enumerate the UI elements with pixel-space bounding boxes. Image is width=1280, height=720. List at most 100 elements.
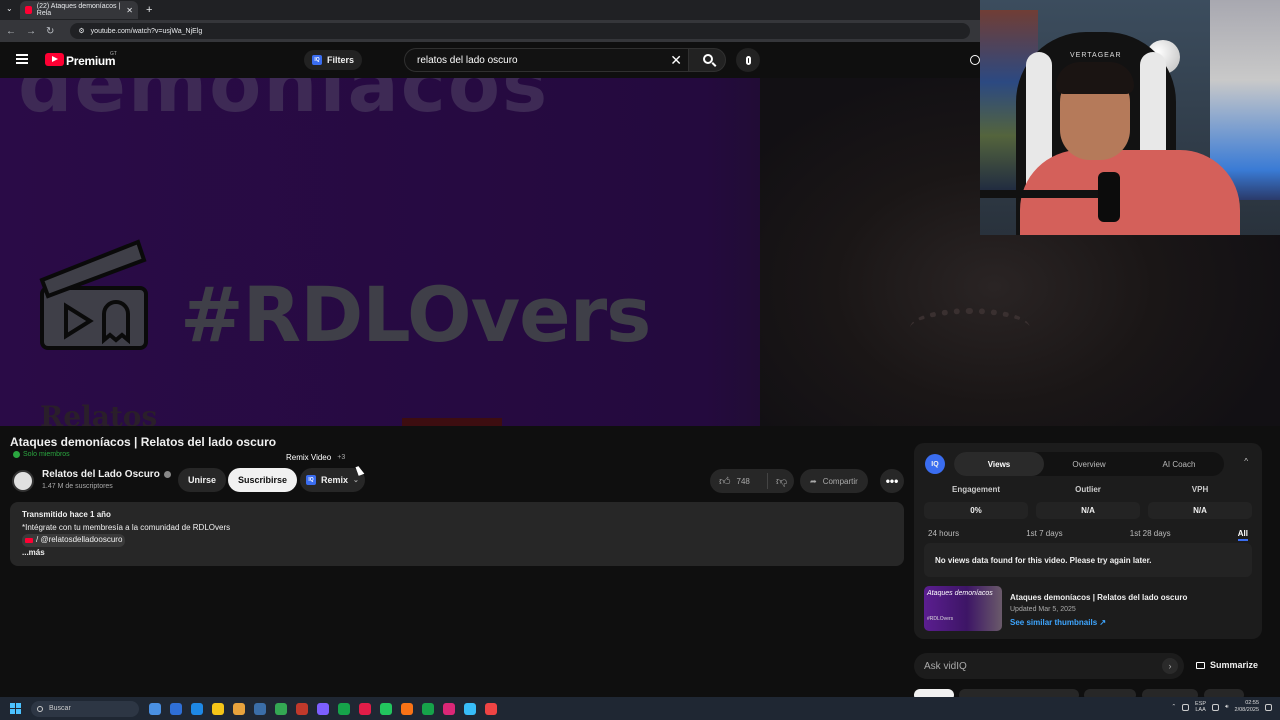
metric-label: Outlier [1075, 485, 1101, 494]
mic-arm [980, 190, 1102, 198]
taskbar-app-icon[interactable] [212, 702, 224, 715]
taskbar-app-icon[interactable] [338, 702, 350, 715]
taskbar-app-icon[interactable] [191, 702, 203, 715]
tab-menu-icon[interactable]: ⌄ [6, 4, 13, 13]
tab-views[interactable]: Views [954, 452, 1044, 476]
show-more-link[interactable]: ...más [22, 547, 892, 560]
remix-tooltip: Remix Video +3 [286, 450, 345, 464]
metric-value: 0% [924, 502, 1028, 519]
send-arrow-icon[interactable]: › [1162, 658, 1178, 674]
taskbar-app-icon[interactable] [275, 702, 287, 715]
tab-title: (22) Ataques demoníacos | Rela [36, 3, 121, 17]
taskbar-app-icon[interactable] [359, 702, 371, 715]
notifications-icon[interactable] [1265, 703, 1272, 711]
chip[interactable] [1142, 689, 1198, 697]
chevron-up-icon[interactable]: ⌃ [1171, 704, 1176, 710]
collapse-icon[interactable]: ^ [1244, 457, 1248, 466]
taskbar-app-icon[interactable] [296, 702, 308, 715]
taskbar-app-icon[interactable] [485, 702, 497, 715]
metrics-row: Engagement 0% Outlier N/A VPH N/A [924, 485, 1252, 519]
chip[interactable] [1204, 689, 1244, 697]
volume-icon[interactable]: 🔊︎ [1225, 704, 1228, 711]
video-thumbnail[interactable]: Ataques demoníacos #RDLOvers [924, 586, 1002, 631]
taskbar-app-icon[interactable] [149, 702, 161, 715]
language-indicator[interactable]: ESP LAA [1195, 701, 1206, 713]
summarize-label: Summarize [1210, 660, 1259, 670]
summarize-button[interactable]: Summarize [1196, 660, 1258, 670]
network-icon[interactable] [1212, 703, 1220, 711]
site-info-icon[interactable]: ⚙ [78, 27, 84, 35]
search-icon [37, 705, 43, 712]
clock[interactable]: 02:55 2/08/2025 [1235, 700, 1259, 714]
back-icon[interactable]: ← [6, 26, 16, 37]
chair-brand: VERTAGEAR [1070, 52, 1122, 59]
metric-label: VPH [1191, 485, 1209, 494]
chip[interactable] [1084, 689, 1136, 697]
period-all[interactable]: All [1237, 529, 1248, 541]
search-input[interactable]: relatos del lado oscuro ✕ [404, 48, 688, 72]
clapperboard-icon [39, 239, 148, 350]
taskbar-app-icon[interactable] [233, 702, 245, 715]
more-actions-button[interactable]: ••• [880, 469, 904, 493]
reload-icon[interactable]: ↻ [46, 26, 54, 37]
remix-button[interactable]: IQ Remix ⌄ [300, 468, 365, 492]
browser-tab[interactable]: (22) Ataques demoníacos | Rela ✕ [20, 1, 138, 19]
description-line: *Intégrate con tu membresía a la comunid… [22, 522, 231, 532]
thumbnail-tag: #RDLOvers [927, 616, 954, 622]
share-button[interactable]: ➦ Compartir [800, 469, 868, 493]
menu-icon[interactable] [16, 54, 28, 64]
voice-search-button[interactable] [736, 48, 760, 72]
tab-overview[interactable]: Overview [1044, 452, 1134, 476]
like-button[interactable]: 👍︎ 748 [710, 473, 768, 489]
taskbar-search[interactable]: Buscar [31, 700, 139, 717]
period-7-days[interactable]: 1st 7 days [1026, 529, 1062, 541]
ask-vidiq-input[interactable]: Ask vidIQ › [914, 653, 1184, 679]
members-icon [13, 451, 20, 458]
youtube-small-icon [25, 537, 33, 543]
chip[interactable] [914, 689, 954, 697]
tab-ai-coach[interactable]: AI Coach [1134, 452, 1224, 476]
period-24-hours[interactable]: 24 hours [928, 529, 959, 541]
thumbs-up-icon: 👍︎ [719, 475, 731, 488]
see-similar-thumbnails-link[interactable]: See similar thumbnails ↗ [1010, 618, 1106, 627]
dislike-button[interactable]: 👎︎ [768, 475, 787, 488]
related-chips-row [914, 689, 1280, 697]
video-red-shape [402, 418, 502, 426]
windows-taskbar: Buscar ⌃ ESP LAA 🔊︎ 02:55 2/08/2025 [0, 697, 1280, 720]
chip[interactable] [959, 689, 1079, 697]
history-icon[interactable] [970, 55, 980, 65]
channel-avatar[interactable] [12, 470, 34, 492]
taskbar-app-icon[interactable] [317, 702, 329, 715]
taskbar-app-icon[interactable] [254, 702, 266, 715]
url-field[interactable]: ⚙ youtube.com/watch?v=usjWa_NjElg [70, 23, 971, 39]
taskbar-app-icon[interactable] [443, 702, 455, 715]
search-button[interactable] [688, 48, 726, 72]
microphone-icon [745, 55, 751, 65]
youtube-logo-icon[interactable] [45, 53, 64, 66]
period-28-days[interactable]: 1st 28 days [1130, 529, 1171, 541]
subscriber-count: 1.47 M de suscriptores [42, 483, 113, 490]
windows-start-icon[interactable] [10, 703, 21, 714]
close-tab-icon[interactable]: ✕ [126, 6, 133, 15]
youtube-brand[interactable]: Premium [66, 54, 116, 68]
subscribe-button[interactable]: Suscribirse [228, 468, 298, 492]
new-tab-icon[interactable]: + [146, 4, 152, 16]
taskbar-app-icon[interactable] [422, 702, 434, 715]
clear-search-icon[interactable]: ✕ [670, 52, 682, 69]
taskbar-app-icon[interactable] [380, 702, 392, 715]
tray-app-icon[interactable] [1182, 703, 1190, 711]
channel-handle-link[interactable]: / @relatosdelladooscuro [22, 534, 126, 547]
metric-vph: VPH N/A [1148, 485, 1252, 519]
like-count: 748 [736, 476, 750, 486]
description-box[interactable]: Transmitido hace 1 año *Intégrate con tu… [10, 502, 904, 566]
vidiq-filters-button[interactable]: IQ Filters [304, 50, 363, 70]
channel-name[interactable]: Relatos del Lado Oscuro [42, 469, 160, 480]
filters-label: Filters [327, 55, 355, 65]
channel-name-row[interactable]: Relatos del Lado Oscuro [42, 469, 171, 480]
forward-icon[interactable]: → [26, 26, 36, 37]
taskbar-app-icon[interactable] [464, 702, 476, 715]
chevron-down-icon[interactable]: ⌄ [353, 476, 359, 484]
taskbar-app-icon[interactable] [170, 702, 182, 715]
join-button[interactable]: Unirse [178, 468, 227, 492]
taskbar-app-icon[interactable] [401, 702, 413, 715]
